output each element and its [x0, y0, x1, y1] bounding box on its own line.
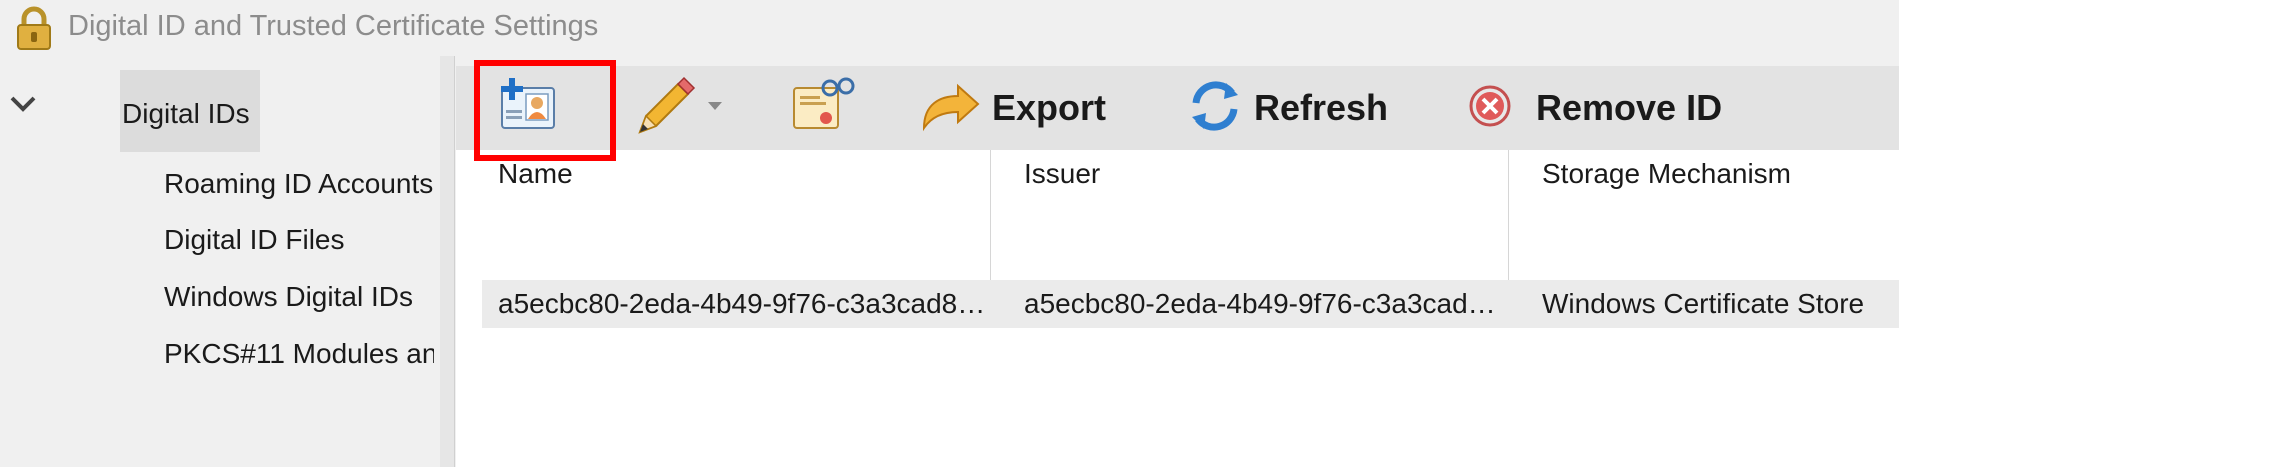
cell-storage-mechanism: Windows Certificate Store: [1542, 288, 1865, 319]
cell-issuer: a5ecbc80-2eda-4b49-9f76-c3a3cad8e…: [1024, 288, 1502, 319]
export-button[interactable]: Export: [918, 66, 1106, 150]
export-label: Export: [992, 87, 1107, 128]
highlight-box: [474, 60, 616, 161]
sidebar-item-pkcs11-modules[interactable]: PKCS#11 Modules anc: [164, 338, 434, 370]
lock-icon: [14, 6, 54, 55]
edit-button[interactable]: [632, 66, 724, 150]
sidebar-item-digital-id-files[interactable]: Digital ID Files: [164, 224, 434, 256]
window-title: Digital ID and Trusted Certificate Setti…: [68, 10, 599, 42]
export-arrow-icon: [918, 78, 982, 139]
pencil-icon: [632, 74, 700, 143]
main-panel: Export Refresh Remove ID Name Issuer Sto…: [456, 66, 1899, 467]
refresh-label: Refresh: [1254, 87, 1389, 128]
sidebar-tree: Digital IDs Roaming ID Accounts Digital …: [0, 56, 440, 467]
title-bar: Digital ID and Trusted Certificate Setti…: [0, 0, 1899, 56]
sidebar-item-windows-digital-ids[interactable]: Windows Digital IDs: [164, 281, 434, 313]
remove-x-icon: [1466, 82, 1514, 135]
chevron-down-icon[interactable]: [8, 94, 38, 119]
app-window: Digital ID and Trusted Certificate Setti…: [0, 0, 1899, 467]
cell-name: a5ecbc80-2eda-4b49-9f76-c3a3cad8e…: [498, 288, 986, 319]
remove-id-button[interactable]: Remove ID: [1466, 66, 1722, 150]
column-header-storage-mechanism[interactable]: Storage Mechanism: [1510, 150, 1899, 198]
certificate-usage-icon: [786, 74, 858, 143]
column-divider[interactable]: [1508, 150, 1509, 280]
pane-splitter[interactable]: [440, 56, 455, 467]
toolbar: Export Refresh Remove ID: [456, 66, 1899, 150]
sidebar-item-roaming-id-accounts[interactable]: Roaming ID Accounts: [164, 168, 434, 200]
sidebar-item-label: Digital IDs: [122, 98, 250, 129]
sidebar-item-digital-ids[interactable]: Digital IDs: [120, 70, 260, 152]
column-divider[interactable]: [990, 150, 991, 280]
certificate-usage-button[interactable]: [786, 66, 858, 150]
chevron-down-icon[interactable]: [706, 99, 724, 117]
column-header-issuer[interactable]: Issuer: [992, 150, 1502, 198]
remove-id-label: Remove ID: [1536, 87, 1723, 128]
refresh-icon: [1186, 77, 1244, 140]
refresh-button[interactable]: Refresh: [1186, 66, 1388, 150]
